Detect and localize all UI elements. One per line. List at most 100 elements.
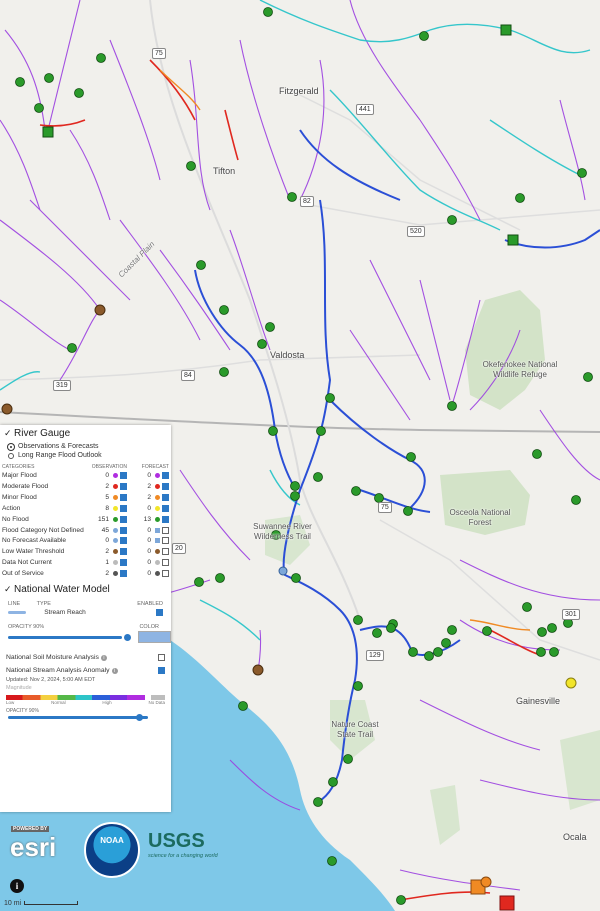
obs-checkbox[interactable] bbox=[120, 537, 127, 545]
fc-count: 13 bbox=[143, 515, 151, 523]
info-icon[interactable]: i bbox=[111, 668, 118, 675]
radio-observations[interactable]: Observations & Forecasts bbox=[0, 442, 171, 451]
soil-moisture-checkbox[interactable] bbox=[158, 654, 165, 662]
category-label: Data Not Current bbox=[2, 559, 52, 567]
logo-strip: POWERED BY esri NOAA USGS science for a … bbox=[8, 822, 228, 878]
river-gauge-title: River Gauge bbox=[14, 428, 71, 439]
road-shield: 84 bbox=[181, 370, 195, 381]
category-color-dot bbox=[113, 560, 118, 566]
nwm-color-swatch[interactable] bbox=[138, 631, 171, 644]
stream-reach-label: Stream Reach bbox=[44, 609, 86, 617]
obs-count: 2 bbox=[105, 548, 109, 556]
stream-anomaly-toggle[interactable]: National Stream Analysis Anomaly i bbox=[0, 664, 171, 677]
nwm-opacity-slider[interactable] bbox=[8, 633, 131, 641]
region-label: Okefenokee National Wildlife Refuge bbox=[482, 360, 558, 379]
fc-count: 0 bbox=[147, 548, 151, 556]
category-label: Flood Category Not Defined bbox=[2, 526, 84, 534]
fc-checkbox[interactable] bbox=[162, 569, 169, 577]
obs-count: 45 bbox=[101, 526, 109, 534]
fc-checkbox[interactable] bbox=[162, 526, 169, 534]
category-color-mark bbox=[155, 538, 160, 544]
anomaly-opacity-slider[interactable] bbox=[8, 714, 148, 722]
fc-count: 2 bbox=[147, 493, 151, 501]
category-label: Major Flood bbox=[2, 472, 37, 480]
info-icon[interactable]: i bbox=[100, 655, 107, 662]
nwm-col-line: LINE bbox=[8, 601, 21, 608]
fc-checkbox[interactable] bbox=[162, 515, 169, 523]
obs-checkbox[interactable] bbox=[120, 569, 127, 577]
river-gauge-header[interactable]: ✓ River Gauge bbox=[0, 425, 171, 442]
gauge-category-row: Low Water Threshold 2 0 bbox=[0, 547, 171, 558]
stream-reach-checkbox[interactable] bbox=[155, 609, 163, 617]
road-shield: 20 bbox=[172, 543, 186, 554]
gauge-category-row: No Forecast Available 0 0 bbox=[0, 536, 171, 547]
obs-checkbox[interactable] bbox=[120, 493, 127, 501]
road-shield: 75 bbox=[378, 502, 392, 513]
obs-checkbox[interactable] bbox=[120, 526, 127, 534]
gauge-categories-table: CATEGORIES OBSERVATION FORECAST Major Fl… bbox=[0, 463, 171, 579]
gauge-category-row: Minor Flood 5 2 bbox=[0, 493, 171, 504]
category-color-dot bbox=[113, 549, 118, 555]
category-color-dot bbox=[113, 570, 118, 576]
ramp-low-label: Low bbox=[6, 700, 15, 706]
stream-anomaly-label: National Stream Analysis Anomaly bbox=[6, 667, 110, 675]
soil-moisture-label: National Soil Moisture Analysis bbox=[6, 654, 99, 662]
radio-dot bbox=[8, 443, 14, 450]
scale-line bbox=[24, 901, 79, 906]
scale-bar: 10 mi bbox=[4, 900, 79, 907]
fc-count: 2 bbox=[147, 483, 151, 491]
fc-checkbox[interactable] bbox=[162, 504, 169, 512]
slider-knob[interactable] bbox=[124, 633, 131, 641]
stream-anomaly-checkbox[interactable] bbox=[158, 667, 165, 675]
radio-dot bbox=[8, 452, 14, 459]
noaa-logo: NOAA bbox=[84, 822, 140, 878]
obs-count: 1 bbox=[105, 559, 109, 567]
road-shield: 129 bbox=[366, 650, 384, 661]
col-forecast: FORECAST bbox=[141, 464, 169, 470]
ramp-high-label: High bbox=[102, 700, 112, 706]
gauge-category-row: Action 8 0 bbox=[0, 504, 171, 515]
gauge-category-row: Major Flood 0 0 bbox=[0, 471, 171, 482]
category-color-dot bbox=[113, 494, 118, 500]
nwm-header[interactable]: ✓ National Water Model bbox=[0, 581, 171, 598]
road-shield: 441 bbox=[356, 104, 374, 115]
fc-checkbox[interactable] bbox=[162, 483, 169, 491]
radio-label: Long Range Flood Outlook bbox=[18, 452, 102, 459]
obs-checkbox[interactable] bbox=[120, 472, 127, 480]
anomaly-color-ramp bbox=[6, 695, 145, 701]
category-label: No Flood bbox=[2, 515, 29, 523]
city-label: Valdosta bbox=[270, 350, 305, 360]
fc-checkbox[interactable] bbox=[162, 493, 169, 501]
category-color-mark bbox=[155, 549, 160, 555]
road-shield: 301 bbox=[562, 609, 580, 620]
esri-logo: esri bbox=[10, 832, 57, 862]
layer-panel: ✓ River Gauge Observations & Forecasts L… bbox=[0, 425, 171, 812]
obs-checkbox[interactable] bbox=[120, 548, 127, 556]
radio-long-range[interactable]: Long Range Flood Outlook bbox=[0, 451, 171, 460]
fc-checkbox[interactable] bbox=[162, 472, 169, 480]
category-label: Out of Service bbox=[2, 569, 44, 577]
obs-checkbox[interactable] bbox=[120, 504, 127, 512]
category-color-dot bbox=[113, 516, 118, 522]
obs-count: 0 bbox=[105, 537, 109, 545]
slider-knob[interactable] bbox=[136, 714, 143, 722]
category-color-mark bbox=[155, 473, 160, 479]
fc-checkbox[interactable] bbox=[162, 537, 169, 545]
obs-checkbox[interactable] bbox=[120, 515, 127, 523]
color-label: COLOR bbox=[139, 624, 159, 631]
info-icon[interactable]: i bbox=[10, 879, 24, 893]
obs-checkbox[interactable] bbox=[120, 559, 127, 567]
soil-moisture-toggle[interactable]: National Soil Moisture Analysis i bbox=[0, 651, 171, 664]
magnitude-title: Magnitude bbox=[6, 685, 32, 692]
category-color-mark bbox=[155, 516, 160, 522]
city-label: Fitzgerald bbox=[279, 86, 319, 96]
category-color-dot bbox=[113, 473, 118, 479]
fc-checkbox[interactable] bbox=[162, 559, 169, 567]
category-color-mark bbox=[155, 560, 160, 566]
noaa-text: NOAA bbox=[100, 836, 124, 845]
gauge-category-row: Data Not Current 1 0 bbox=[0, 558, 171, 569]
category-color-dot bbox=[113, 538, 118, 544]
fc-checkbox[interactable] bbox=[162, 548, 169, 556]
anomaly-opacity-label: OPACITY 90% bbox=[6, 708, 39, 715]
obs-checkbox[interactable] bbox=[120, 483, 127, 491]
